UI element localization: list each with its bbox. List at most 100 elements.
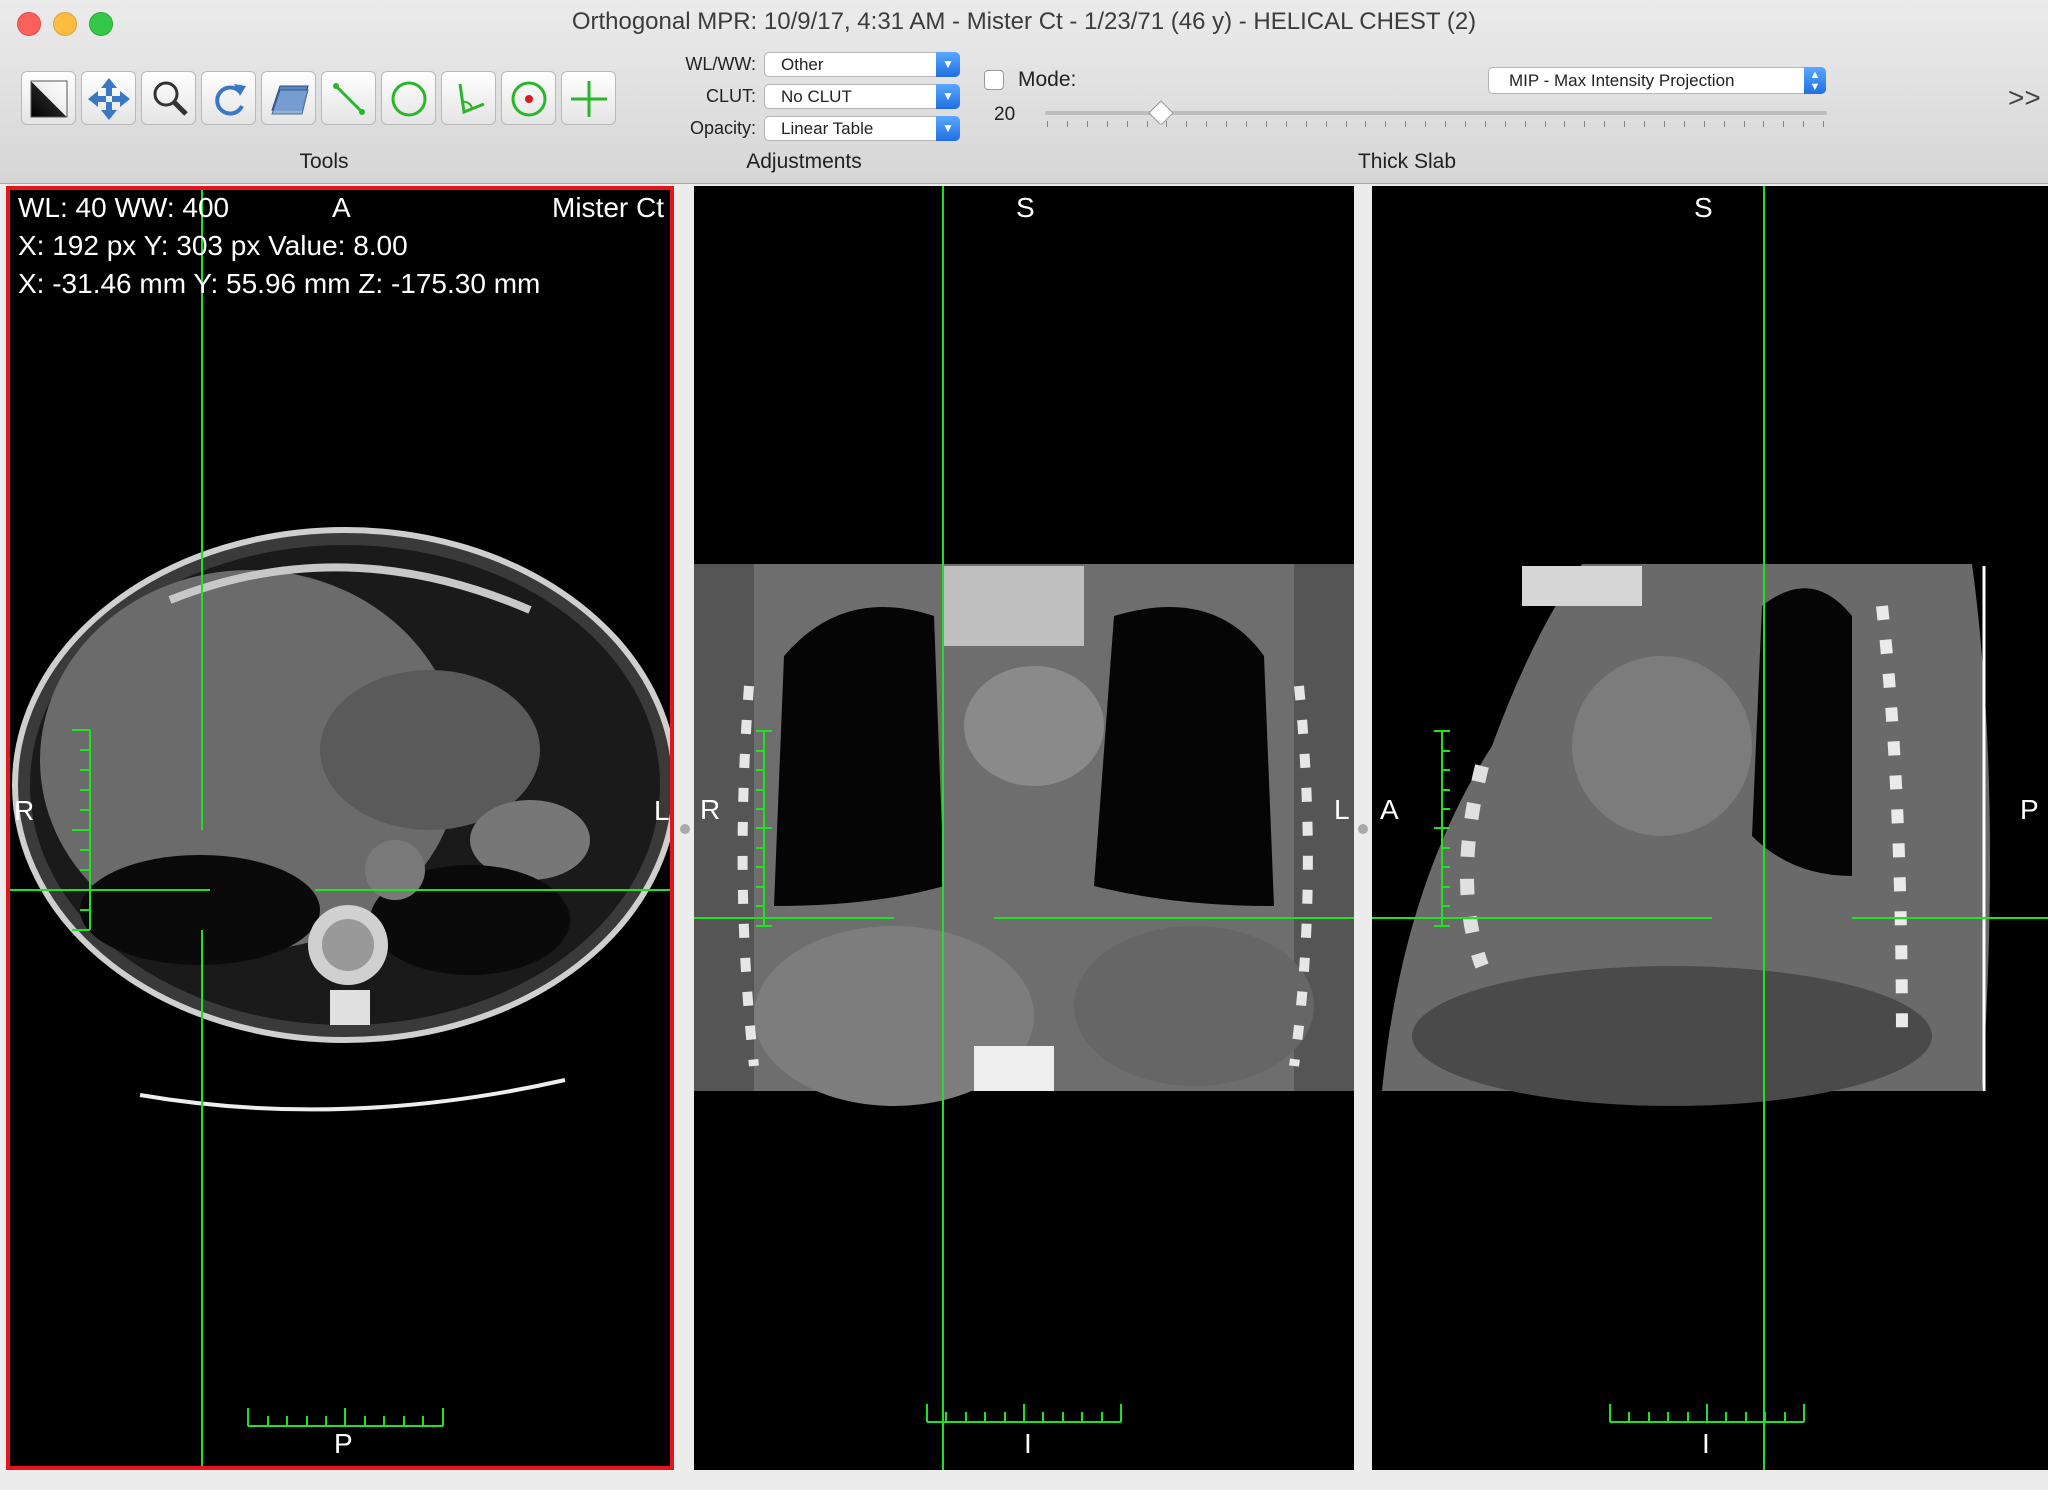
point-tool-icon: [511, 81, 547, 117]
point-tool-button[interactable]: [501, 71, 556, 125]
window-level-info: WL: 40 WW: 400: [18, 192, 230, 223]
slab-tool-icon: [271, 85, 309, 115]
slab-tool-button[interactable]: [261, 71, 316, 125]
crosshair-tool-button[interactable]: [561, 71, 616, 125]
clut-value: No CLUT: [781, 87, 852, 106]
move-tool-icon: [88, 78, 130, 120]
orientation-bottom: P: [334, 1428, 353, 1459]
slider-tick: [1445, 121, 1446, 127]
slider-tick: [1305, 121, 1307, 127]
slider-tick: [1644, 121, 1645, 127]
slider-tick: [1823, 121, 1825, 127]
orientation-left: A: [1380, 794, 1399, 825]
slider-tick: [1047, 121, 1048, 127]
slider-tick: [1564, 121, 1566, 127]
splitter-handle[interactable]: [1358, 824, 1368, 834]
slider-tick: [1763, 121, 1765, 127]
tools-section-label: Tools: [299, 150, 349, 173]
mode-checkbox[interactable]: [984, 70, 1004, 90]
slider-tick: [1285, 121, 1287, 127]
slider-tick: [1783, 121, 1785, 127]
slider-tick: [1683, 121, 1685, 127]
slider-tick: [1226, 121, 1228, 127]
orientation-top: S: [1694, 192, 1713, 223]
orientation-left: R: [14, 795, 35, 826]
projection-mode-popup[interactable]: MIP - Max Intensity Projection ▲ ▼: [1488, 67, 1826, 94]
move-tool-button[interactable]: [81, 71, 136, 125]
slider-tick: [1484, 121, 1486, 127]
crosshair-tool-icon: [571, 81, 607, 117]
slider-tick: [1504, 121, 1506, 127]
wlww-popup[interactable]: Other ▼: [764, 52, 960, 77]
chevron-updown-icon: ▲ ▼: [1804, 67, 1826, 94]
slider-tick: [1066, 121, 1068, 127]
wl-ww-tool-button[interactable]: [21, 71, 76, 125]
axial-scale-rulers: [72, 729, 444, 1427]
toolbar-overflow-button[interactable]: >>: [2008, 82, 2041, 114]
window-chrome: Orthogonal MPR: 10/9/17, 4:31 AM - Miste…: [0, 0, 2048, 184]
angle-tool-button[interactable]: [441, 71, 496, 125]
slider-tick: [1106, 121, 1108, 127]
rotate-tool-button[interactable]: [201, 71, 256, 125]
opacity-label: Opacity:: [689, 118, 756, 138]
slider-tick: [1524, 121, 1526, 127]
clut-popup[interactable]: No CLUT ▼: [764, 84, 960, 109]
projection-mode-value: MIP - Max Intensity Projection: [1509, 71, 1735, 90]
orientation-bottom: I: [1024, 1428, 1032, 1459]
slider-tick: [1385, 121, 1387, 127]
slider-tick: [1206, 121, 1208, 127]
chevron-down-icon: ▼: [936, 52, 960, 77]
slider-tick: [1703, 121, 1705, 127]
length-tool-icon: [333, 83, 365, 115]
orientation-top: A: [332, 192, 351, 223]
slider-tick: [1803, 121, 1805, 127]
slider-tick: [1086, 121, 1088, 127]
orientation-bottom: I: [1702, 1428, 1710, 1459]
slider-tick: [1663, 121, 1665, 127]
slider-tick: [1544, 121, 1546, 127]
slider-tick: [1604, 121, 1606, 127]
coronal-scale-rulers: [756, 730, 1122, 1423]
wlww-value: Other: [781, 55, 824, 74]
mpr-window: Orthogonal MPR: 10/9/17, 4:31 AM - Miste…: [0, 0, 2048, 1490]
orientation-left: R: [700, 794, 721, 825]
slider-tick: [1405, 121, 1407, 127]
opacity-value: Linear Table: [781, 119, 874, 138]
coronal-viewport[interactable]: S I R L: [694, 186, 1354, 1470]
orientation-right: P: [2020, 794, 2039, 825]
mm-position-info: X: -31.46 mm Y: 55.96 mm Z: -175.30 mm: [18, 268, 541, 299]
slider-tick: [1246, 121, 1247, 127]
slider-tick: [1146, 121, 1148, 127]
length-tool-button[interactable]: [321, 71, 376, 125]
clut-label: CLUT:: [705, 86, 756, 106]
rotate-tool-icon: [215, 84, 246, 116]
oval-roi-tool-icon: [391, 81, 427, 117]
pixel-value-info: X: 192 px Y: 303 px Value: 8.00: [18, 230, 408, 261]
slider-tick: [1186, 121, 1188, 127]
slider-tick: [1345, 121, 1347, 127]
slider-knob[interactable]: [1148, 100, 1174, 126]
slider-tick: [1624, 121, 1626, 127]
mode-label: Mode:: [1018, 68, 1077, 91]
slider-tick: [1464, 121, 1466, 127]
zoom-tool-icon: [153, 81, 188, 116]
thick-slab-section-label: Thick Slab: [1357, 150, 1457, 173]
wl-ww-tool-icon: [30, 80, 68, 118]
slider-tick: [1166, 121, 1168, 127]
window-title: Orthogonal MPR: 10/9/17, 4:31 AM - Miste…: [571, 8, 1477, 35]
oval-roi-tool-button[interactable]: [381, 71, 436, 125]
sagittal-viewport[interactable]: S I A P: [1372, 186, 2048, 1470]
slider-tick: [1365, 121, 1367, 127]
orientation-top: S: [1016, 192, 1035, 223]
slider-tick: [1126, 121, 1128, 127]
patient-name: Mister Ct: [552, 192, 664, 223]
splitter-handle[interactable]: [680, 824, 690, 834]
slider-tick: [1743, 121, 1745, 127]
chevron-down-icon: ▼: [936, 116, 960, 141]
opacity-popup[interactable]: Linear Table ▼: [764, 116, 960, 141]
zoom-tool-button[interactable]: [141, 71, 196, 125]
slider-tick: [1584, 121, 1586, 127]
axial-viewport[interactable]: WL: 40 WW: 400 X: 192 px Y: 303 px Value…: [6, 186, 674, 1470]
slab-thickness-value: 20: [994, 104, 1016, 125]
orientation-right: L: [654, 795, 670, 826]
